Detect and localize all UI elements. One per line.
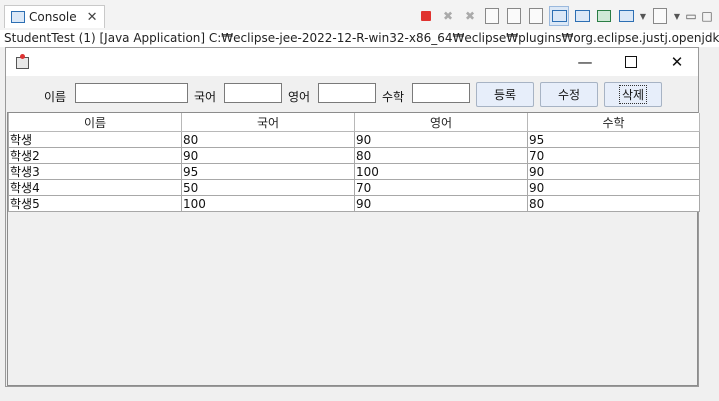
- minimize-button[interactable]: —: [562, 48, 608, 76]
- edit-button[interactable]: 수정: [540, 82, 598, 107]
- column-header-english[interactable]: 영어: [354, 113, 528, 132]
- korean-label: 국어: [194, 90, 217, 104]
- remove-all-icon[interactable]: ✖: [461, 7, 479, 25]
- cell-name[interactable]: 학생4: [8, 179, 182, 196]
- console-tab-label: Console: [29, 10, 77, 24]
- cell-english[interactable]: 100: [354, 163, 528, 180]
- console-view-header: Console ✕ ✖ ✖ ▼ ▼ ▭ □: [0, 0, 719, 31]
- remove-launch-icon[interactable]: ✖: [439, 7, 457, 25]
- close-button[interactable]: ✕: [654, 48, 700, 76]
- cell-english[interactable]: 80: [354, 147, 528, 164]
- cell-korean[interactable]: 95: [181, 163, 355, 180]
- cell-english[interactable]: 90: [354, 195, 528, 212]
- java-icon: [14, 54, 30, 70]
- math-label: 수학: [382, 90, 405, 104]
- cell-english[interactable]: 90: [354, 131, 528, 148]
- cell-math[interactable]: 80: [527, 195, 700, 212]
- maximize-icon[interactable]: □: [701, 7, 713, 25]
- name-input[interactable]: [75, 83, 188, 103]
- cell-name[interactable]: 학생2: [8, 147, 182, 164]
- close-icon[interactable]: ✕: [87, 10, 98, 25]
- cell-name[interactable]: 학생3: [8, 163, 182, 180]
- column-header-math[interactable]: 수학: [527, 113, 700, 132]
- show-stderr-icon[interactable]: [573, 7, 591, 25]
- column-header-name[interactable]: 이름: [8, 113, 182, 132]
- name-label: 이름: [44, 90, 67, 104]
- table-row[interactable]: 학생5 100 90 80: [8, 195, 700, 212]
- cell-name[interactable]: 학생5: [8, 195, 182, 212]
- english-score-input[interactable]: [318, 83, 376, 103]
- cell-math[interactable]: 90: [527, 163, 700, 180]
- cell-korean[interactable]: 50: [181, 179, 355, 196]
- cell-math[interactable]: 70: [527, 147, 700, 164]
- cell-math[interactable]: 95: [527, 131, 700, 148]
- pin-console-icon[interactable]: [595, 7, 613, 25]
- input-form: 이름 국어 영어 수학 등록 수정 삭제: [6, 76, 698, 112]
- student-table: 이름 국어 영어 수학 학생 80 90 95 학생2 90 80 70 학생3…: [8, 113, 700, 212]
- console-icon: [11, 11, 25, 23]
- chevron-down-icon[interactable]: ▼: [673, 7, 681, 25]
- open-console-icon[interactable]: [651, 7, 669, 25]
- student-app-window: — ✕ 이름 국어 영어 수학 등록 수정 삭제 이름 국어 영어 수학 학생 …: [5, 47, 700, 387]
- clear-console-icon[interactable]: [483, 7, 501, 25]
- cell-english[interactable]: 70: [354, 179, 528, 196]
- cell-name[interactable]: 학생: [8, 131, 182, 148]
- maximize-icon: [625, 56, 637, 68]
- delete-button[interactable]: 삭제: [604, 82, 662, 107]
- window-title-bar: — ✕: [6, 48, 698, 76]
- delete-button-label: 삭제: [618, 85, 648, 104]
- english-label: 영어: [288, 90, 311, 104]
- column-header-korean[interactable]: 국어: [181, 113, 355, 132]
- display-console-icon[interactable]: [617, 7, 635, 25]
- korean-score-input[interactable]: [224, 83, 282, 103]
- word-wrap-icon[interactable]: [527, 7, 545, 25]
- cell-korean[interactable]: 90: [181, 147, 355, 164]
- register-button[interactable]: 등록: [476, 82, 534, 107]
- scroll-lock-icon[interactable]: [505, 7, 523, 25]
- console-toolbar: ✖ ✖ ▼ ▼ ▭ □: [417, 6, 713, 26]
- student-table-scroll[interactable]: 이름 국어 영어 수학 학생 80 90 95 학생2 90 80 70 학생3…: [7, 112, 700, 386]
- table-row[interactable]: 학생4 50 70 90: [8, 179, 700, 196]
- console-launch-path: StudentTest (1) [Java Application] C:₩ec…: [0, 30, 719, 47]
- tab-console[interactable]: Console ✕: [4, 5, 105, 28]
- table-row[interactable]: 학생 80 90 95: [8, 131, 700, 148]
- table-header-row: 이름 국어 영어 수학: [8, 113, 700, 132]
- cell-korean[interactable]: 100: [181, 195, 355, 212]
- cell-korean[interactable]: 80: [181, 131, 355, 148]
- terminate-icon[interactable]: [417, 7, 435, 25]
- maximize-button[interactable]: [608, 48, 654, 76]
- show-stdout-icon[interactable]: [549, 6, 569, 26]
- table-row[interactable]: 학생3 95 100 90: [8, 163, 700, 180]
- cell-math[interactable]: 90: [527, 179, 700, 196]
- chevron-down-icon[interactable]: ▼: [639, 7, 647, 25]
- math-score-input[interactable]: [412, 83, 470, 103]
- table-row[interactable]: 학생2 90 80 70: [8, 147, 700, 164]
- minimize-icon[interactable]: ▭: [685, 7, 697, 25]
